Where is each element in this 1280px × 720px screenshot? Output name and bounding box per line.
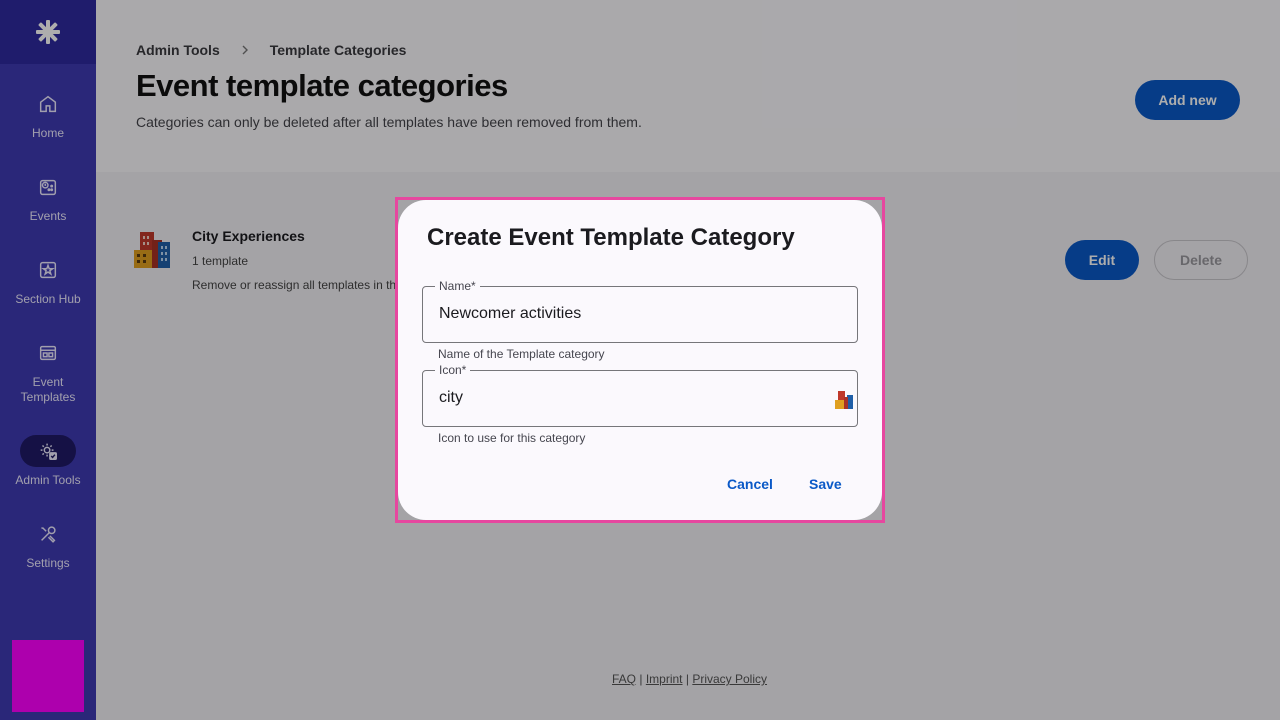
icon-helper-text: Icon to use for this category [438,431,586,445]
icon-field[interactable]: Icon* [422,361,858,427]
name-field[interactable]: Name* [422,277,858,343]
icon-field-label: Icon* [435,361,471,379]
dialog-title: Create Event Template Category [427,224,795,251]
icon-input[interactable] [439,389,829,407]
city-icon [835,389,855,409]
name-helper-text: Name of the Template category [438,347,605,361]
cancel-button[interactable]: Cancel [727,476,773,492]
name-input[interactable] [439,305,829,323]
name-field-label: Name* [435,277,480,295]
create-category-dialog: Create Event Template Category Name* Nam… [398,200,882,520]
save-button[interactable]: Save [809,476,842,492]
